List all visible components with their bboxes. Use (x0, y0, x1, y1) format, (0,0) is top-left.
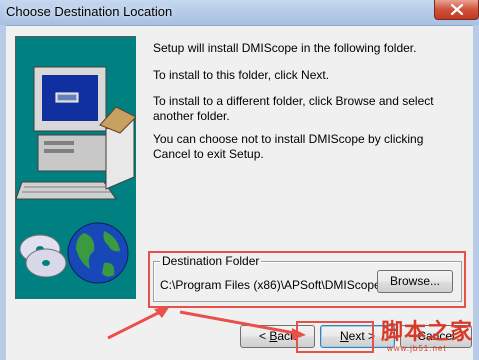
watermark-url: www.jb51.net (387, 344, 447, 353)
arrow-to-destination-head (154, 306, 170, 318)
arrow-to-next (179, 310, 301, 336)
watermark-logo: 脚本之家 (381, 319, 474, 345)
annotation-arrows (107, 306, 306, 340)
arrow-to-destination (107, 308, 165, 340)
arrow-to-next-head (292, 328, 306, 340)
